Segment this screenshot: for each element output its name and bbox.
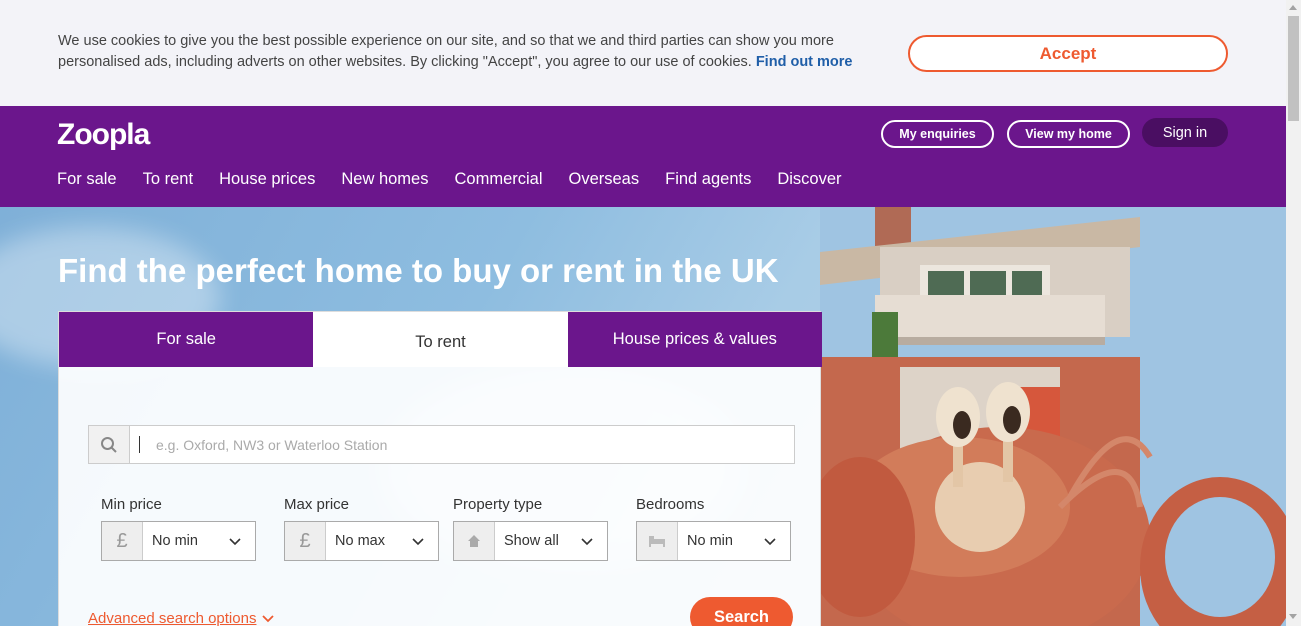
accept-cookies-button[interactable]: Accept xyxy=(908,35,1228,72)
pound-icon: £ xyxy=(102,522,143,560)
min-price-label: Min price xyxy=(101,496,162,513)
hero-illustration xyxy=(820,207,1286,626)
house-icon xyxy=(454,522,495,560)
location-input[interactable] xyxy=(139,436,794,453)
chevron-down-icon xyxy=(229,538,241,546)
sign-in-button[interactable]: Sign in xyxy=(1142,118,1228,147)
scrollbar-thumb[interactable] xyxy=(1288,16,1299,121)
hero-banner: Find the perfect home to buy or rent in … xyxy=(0,207,1286,626)
nav-house-prices[interactable]: House prices xyxy=(219,170,315,189)
max-price-value: No max xyxy=(335,533,385,549)
bed-icon xyxy=(637,522,678,560)
scroll-down-arrow-icon[interactable] xyxy=(1289,614,1297,619)
min-price-select[interactable]: £ No min xyxy=(101,521,256,561)
nav-new-homes[interactable]: New homes xyxy=(341,170,428,189)
property-type-select[interactable]: Show all xyxy=(453,521,608,561)
max-price-select[interactable]: £ No max xyxy=(284,521,439,561)
site-header: Zoopla My enquiries View my home Sign in… xyxy=(0,106,1286,207)
chevron-down-icon xyxy=(764,538,776,546)
search-button[interactable]: Search xyxy=(690,597,793,626)
view-my-home-button[interactable]: View my home xyxy=(1007,120,1130,148)
nav-discover[interactable]: Discover xyxy=(777,170,841,189)
cookie-message: We use cookies to give you the best poss… xyxy=(58,31,898,73)
page-scrollbar[interactable] xyxy=(1286,0,1301,626)
cookie-banner: We use cookies to give you the best poss… xyxy=(0,0,1286,106)
bedrooms-value: No min xyxy=(687,533,733,549)
zoopla-logo[interactable]: Zoopla xyxy=(57,118,150,152)
find-out-more-link[interactable]: Find out more xyxy=(756,54,853,70)
nav-overseas[interactable]: Overseas xyxy=(569,170,640,189)
property-type-value: Show all xyxy=(504,533,559,549)
tab-for-sale[interactable]: For sale xyxy=(59,312,314,367)
advanced-search-link[interactable]: Advanced search options xyxy=(88,610,275,626)
pound-icon: £ xyxy=(285,522,326,560)
search-panel: For sale To rent House prices & values M… xyxy=(58,311,822,626)
chevron-down-icon xyxy=(262,614,275,622)
chevron-down-icon xyxy=(581,538,593,546)
nav-for-sale[interactable]: For sale xyxy=(57,170,117,189)
property-type-filter: Property type Show all xyxy=(453,496,608,561)
my-enquiries-button[interactable]: My enquiries xyxy=(881,120,994,148)
nav-commercial[interactable]: Commercial xyxy=(454,170,542,189)
hero-title: Find the perfect home to buy or rent in … xyxy=(58,252,779,289)
min-price-value: No min xyxy=(152,533,198,549)
property-type-label: Property type xyxy=(453,496,543,513)
nav-find-agents[interactable]: Find agents xyxy=(665,170,751,189)
location-search xyxy=(88,425,795,464)
tab-to-rent[interactable]: To rent xyxy=(313,312,568,367)
advanced-search-label: Advanced search options xyxy=(88,610,257,626)
bedrooms-filter: Bedrooms No min xyxy=(636,496,791,561)
bedrooms-select[interactable]: No min xyxy=(636,521,791,561)
search-tabs: For sale To rent House prices & values xyxy=(59,312,822,367)
cookie-text: We use cookies to give you the best poss… xyxy=(58,33,834,70)
max-price-label: Max price xyxy=(284,496,350,513)
min-price-filter: Min price £ No min xyxy=(101,496,256,561)
tab-house-prices[interactable]: House prices & values xyxy=(567,312,822,367)
bedrooms-label: Bedrooms xyxy=(636,496,705,513)
search-icon xyxy=(89,426,130,463)
max-price-filter: Max price £ No max xyxy=(284,496,439,561)
nav-to-rent[interactable]: To rent xyxy=(143,170,193,189)
main-nav: For sale To rent House prices New homes … xyxy=(57,170,842,189)
chevron-down-icon xyxy=(412,538,424,546)
scroll-up-arrow-icon[interactable] xyxy=(1289,5,1297,10)
